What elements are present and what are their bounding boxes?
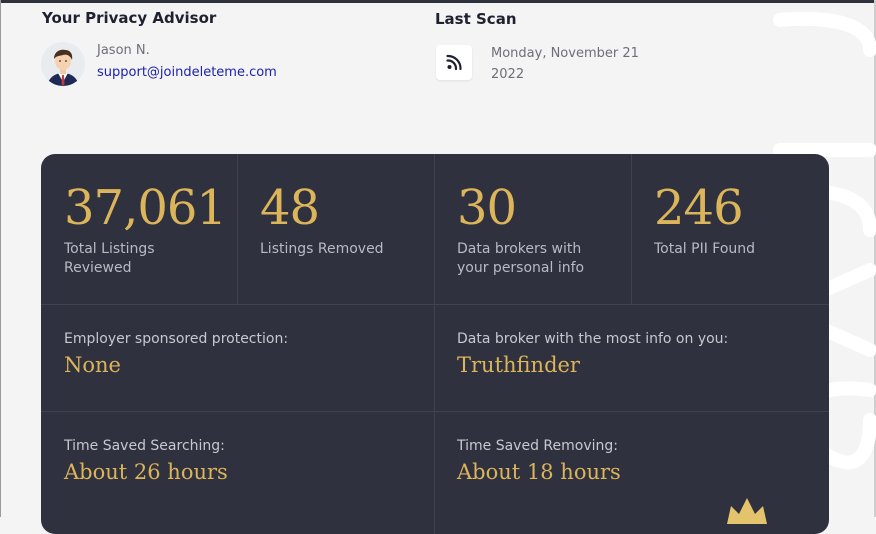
crown-icon: [725, 494, 769, 528]
grid-divider: [631, 154, 632, 304]
data-brokers-value: 30: [457, 180, 517, 236]
window-top-edge: [0, 0, 876, 3]
rss-icon: [446, 54, 462, 71]
top-data-broker-label: Data broker with the most info on you:: [457, 331, 729, 347]
listings-removed-label: Listings Removed: [260, 240, 384, 259]
top-data-broker-value: Truthfinder: [457, 353, 580, 377]
last-scan-date-line1: Monday, November 21: [491, 46, 639, 61]
time-saved-searching-label: Time Saved Searching:: [64, 438, 225, 454]
employer-protection-label: Employer sponsored protection:: [64, 331, 289, 347]
advisor-avatar: [41, 42, 85, 86]
listings-removed-value: 48: [260, 180, 320, 236]
rss-icon-box: [436, 45, 472, 80]
stat-label-line: Total Listings: [64, 241, 155, 257]
stat-label-line: Total PII Found: [654, 241, 756, 257]
stats-panel: 37,061 Total Listings Reviewed 48 Listin…: [41, 154, 829, 534]
total-listings-label: Total Listings Reviewed: [64, 240, 155, 278]
window-left-edge: [0, 0, 1, 517]
stat-label-line: Reviewed: [64, 260, 132, 276]
grid-divider: [41, 304, 829, 305]
time-saved-removing-value: About 18 hours: [457, 460, 621, 484]
total-pii-value: 246: [654, 180, 744, 236]
stat-label-line: Data brokers with: [457, 241, 582, 257]
advisor-email-link[interactable]: support@joindeleteme.com: [97, 65, 277, 80]
time-saved-removing-label: Time Saved Removing:: [457, 438, 618, 454]
advisor-name: Jason N.: [97, 43, 150, 58]
grid-divider: [41, 411, 829, 412]
last-scan-date: Monday, November 21 2022: [491, 43, 651, 85]
total-listings-value: 37,061: [64, 180, 227, 236]
last-scan-date-line2: 2022: [491, 67, 525, 82]
data-brokers-label: Data brokers with your personal info: [457, 240, 584, 278]
employer-protection-value: None: [64, 353, 121, 377]
last-scan-heading: Last Scan: [435, 10, 517, 28]
time-saved-searching-value: About 26 hours: [64, 460, 228, 484]
stat-label-line: your personal info: [457, 260, 585, 276]
grid-divider: [237, 154, 238, 304]
grid-divider: [434, 154, 435, 534]
total-pii-label: Total PII Found: [654, 240, 755, 259]
stat-label-line: Listings Removed: [260, 241, 384, 257]
privacy-advisor-heading: Your Privacy Advisor: [42, 9, 217, 27]
